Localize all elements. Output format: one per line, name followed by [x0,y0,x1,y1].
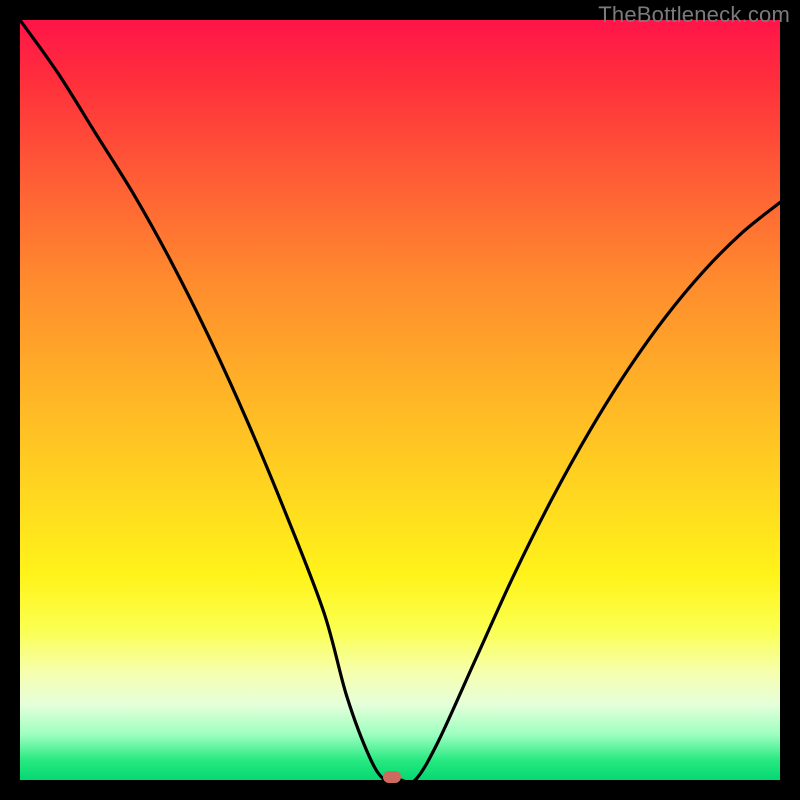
watermark-text: TheBottleneck.com [598,2,790,28]
chart-stage: TheBottleneck.com [0,0,800,800]
bottleneck-curve [20,20,780,780]
bottleneck-marker [383,771,401,783]
plot-area [20,20,780,780]
